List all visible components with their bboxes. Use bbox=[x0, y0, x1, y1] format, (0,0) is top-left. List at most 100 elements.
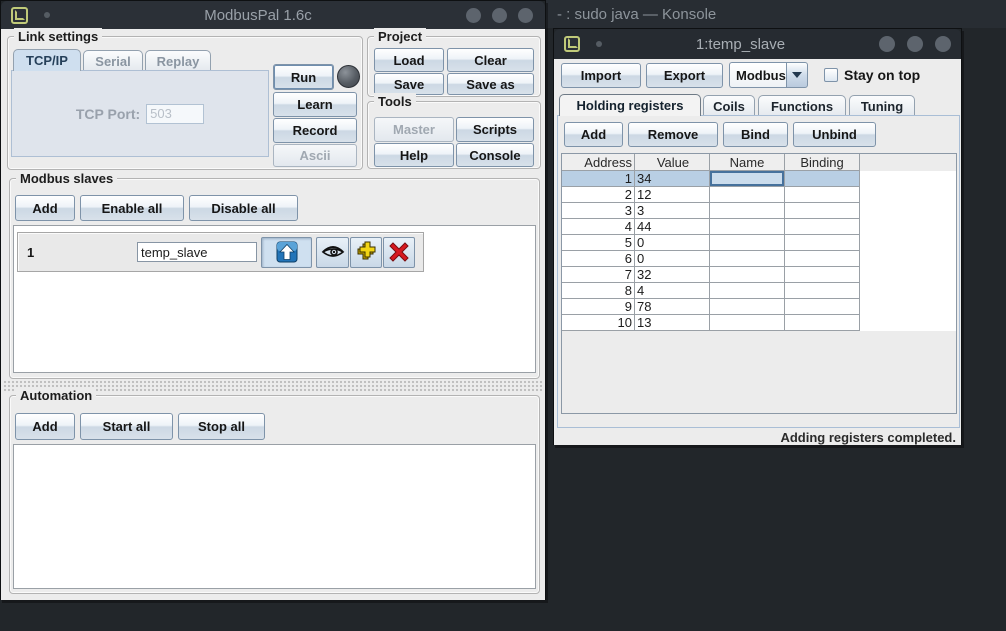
slave-editor-titlebar[interactable]: 1:temp_slave bbox=[554, 29, 961, 59]
record-button[interactable]: Record bbox=[273, 118, 357, 143]
table-cell[interactable]: 9 bbox=[562, 299, 635, 315]
maximize-button[interactable] bbox=[907, 36, 923, 52]
modbuspal-titlebar[interactable]: ModbusPal 1.6c bbox=[1, 1, 545, 29]
import-button[interactable]: Import bbox=[561, 63, 641, 88]
table-cell[interactable]: 6 bbox=[562, 251, 635, 267]
help-button[interactable]: Help bbox=[374, 143, 454, 167]
table-cell[interactable]: 12 bbox=[635, 187, 710, 203]
table-row[interactable]: 212 bbox=[562, 187, 956, 203]
protocol-select[interactable]: Modbus bbox=[729, 62, 808, 88]
start-all-button[interactable]: Start all bbox=[80, 413, 173, 440]
table-cell[interactable] bbox=[785, 203, 860, 219]
table-cell[interactable] bbox=[785, 299, 860, 315]
minimize-button[interactable] bbox=[466, 8, 481, 23]
slave-name-input[interactable]: temp_slave bbox=[137, 242, 257, 262]
table-cell[interactable]: 34 bbox=[635, 171, 710, 187]
table-cell[interactable] bbox=[710, 299, 785, 315]
table-cell[interactable]: 4 bbox=[635, 283, 710, 299]
column-header[interactable]: Name bbox=[710, 154, 785, 171]
table-row[interactable]: 50 bbox=[562, 235, 956, 251]
table-row[interactable]: 978 bbox=[562, 299, 956, 315]
slave-delete-button[interactable] bbox=[383, 237, 415, 268]
chevron-down-icon[interactable] bbox=[786, 62, 808, 88]
table-cell[interactable]: 0 bbox=[635, 251, 710, 267]
table-cell[interactable] bbox=[785, 315, 860, 331]
table-row[interactable]: 444 bbox=[562, 219, 956, 235]
slave-add-button[interactable]: Add bbox=[15, 195, 75, 221]
table-cell[interactable] bbox=[710, 187, 785, 203]
table-cell[interactable] bbox=[785, 171, 860, 187]
table-row[interactable]: 84 bbox=[562, 283, 956, 299]
load-button[interactable]: Load bbox=[374, 48, 444, 72]
table-cell[interactable]: 3 bbox=[635, 203, 710, 219]
register-add-button[interactable]: Add bbox=[564, 122, 623, 147]
table-cell[interactable]: 13 bbox=[635, 315, 710, 331]
register-unbind-button[interactable]: Unbind bbox=[793, 122, 876, 147]
tab-serial[interactable]: Serial bbox=[83, 50, 143, 71]
table-cell[interactable] bbox=[785, 251, 860, 267]
table-cell[interactable] bbox=[710, 235, 785, 251]
automation-add-button[interactable]: Add bbox=[15, 413, 75, 440]
table-row[interactable]: 60 bbox=[562, 251, 956, 267]
clear-button[interactable]: Clear bbox=[447, 48, 534, 72]
table-cell[interactable]: 10 bbox=[562, 315, 635, 331]
table-cell[interactable] bbox=[710, 315, 785, 331]
table-cell[interactable] bbox=[710, 171, 785, 187]
table-cell[interactable] bbox=[710, 203, 785, 219]
table-cell[interactable]: 1 bbox=[562, 171, 635, 187]
column-header[interactable]: Address bbox=[562, 154, 635, 171]
table-cell[interactable]: 4 bbox=[562, 219, 635, 235]
save-as-button[interactable]: Save as bbox=[447, 73, 534, 95]
close-button[interactable] bbox=[518, 8, 533, 23]
close-button[interactable] bbox=[935, 36, 951, 52]
table-cell[interactable]: 32 bbox=[635, 267, 710, 283]
export-button[interactable]: Export bbox=[646, 63, 723, 88]
registers-table[interactable]: AddressValueNameBinding 1342123344450607… bbox=[561, 153, 957, 414]
tab-functions[interactable]: Functions bbox=[758, 95, 846, 116]
save-button[interactable]: Save bbox=[374, 73, 444, 95]
disable-all-button[interactable]: Disable all bbox=[189, 195, 298, 221]
tab-tuning[interactable]: Tuning bbox=[849, 95, 915, 116]
maximize-button[interactable] bbox=[492, 8, 507, 23]
table-cell[interactable] bbox=[710, 219, 785, 235]
column-header[interactable]: Value bbox=[635, 154, 710, 171]
table-cell[interactable]: 2 bbox=[562, 187, 635, 203]
table-cell[interactable]: 3 bbox=[562, 203, 635, 219]
table-cell[interactable] bbox=[785, 219, 860, 235]
tab-tcpip[interactable]: TCP/IP bbox=[13, 49, 81, 71]
column-header[interactable]: Binding bbox=[785, 154, 860, 171]
minimize-button[interactable] bbox=[879, 36, 895, 52]
tab-replay[interactable]: Replay bbox=[145, 50, 211, 71]
table-cell[interactable] bbox=[785, 235, 860, 251]
table-row[interactable]: 1013 bbox=[562, 315, 956, 331]
tab-coils[interactable]: Coils bbox=[703, 95, 755, 116]
register-remove-button[interactable]: Remove bbox=[628, 122, 718, 147]
table-cell[interactable] bbox=[710, 267, 785, 283]
learn-button[interactable]: Learn bbox=[273, 92, 357, 117]
stop-all-button[interactable]: Stop all bbox=[178, 413, 265, 440]
table-cell[interactable]: 7 bbox=[562, 267, 635, 283]
slave-row[interactable]: 1 temp_slave bbox=[17, 232, 424, 272]
tcp-port-input[interactable]: 503 bbox=[146, 104, 204, 124]
enable-all-button[interactable]: Enable all bbox=[80, 195, 184, 221]
table-cell[interactable] bbox=[785, 267, 860, 283]
table-cell[interactable]: 44 bbox=[635, 219, 710, 235]
table-cell[interactable] bbox=[710, 251, 785, 267]
table-row[interactable]: 732 bbox=[562, 267, 956, 283]
scripts-button[interactable]: Scripts bbox=[456, 117, 534, 142]
slave-duplicate-button[interactable] bbox=[350, 237, 382, 268]
table-cell[interactable] bbox=[710, 283, 785, 299]
table-cell[interactable]: 5 bbox=[562, 235, 635, 251]
table-cell[interactable] bbox=[785, 283, 860, 299]
register-bind-button[interactable]: Bind bbox=[723, 122, 788, 147]
slave-enable-toggle[interactable] bbox=[261, 237, 312, 268]
table-cell[interactable]: 0 bbox=[635, 235, 710, 251]
slave-view-button[interactable] bbox=[316, 237, 349, 268]
table-cell[interactable]: 78 bbox=[635, 299, 710, 315]
table-cell[interactable]: 8 bbox=[562, 283, 635, 299]
table-row[interactable]: 134 bbox=[562, 171, 956, 187]
stay-on-top-checkbox[interactable] bbox=[824, 68, 838, 82]
table-row[interactable]: 33 bbox=[562, 203, 956, 219]
tab-holding-registers[interactable]: Holding registers bbox=[559, 94, 701, 116]
run-button[interactable]: Run bbox=[273, 64, 334, 90]
